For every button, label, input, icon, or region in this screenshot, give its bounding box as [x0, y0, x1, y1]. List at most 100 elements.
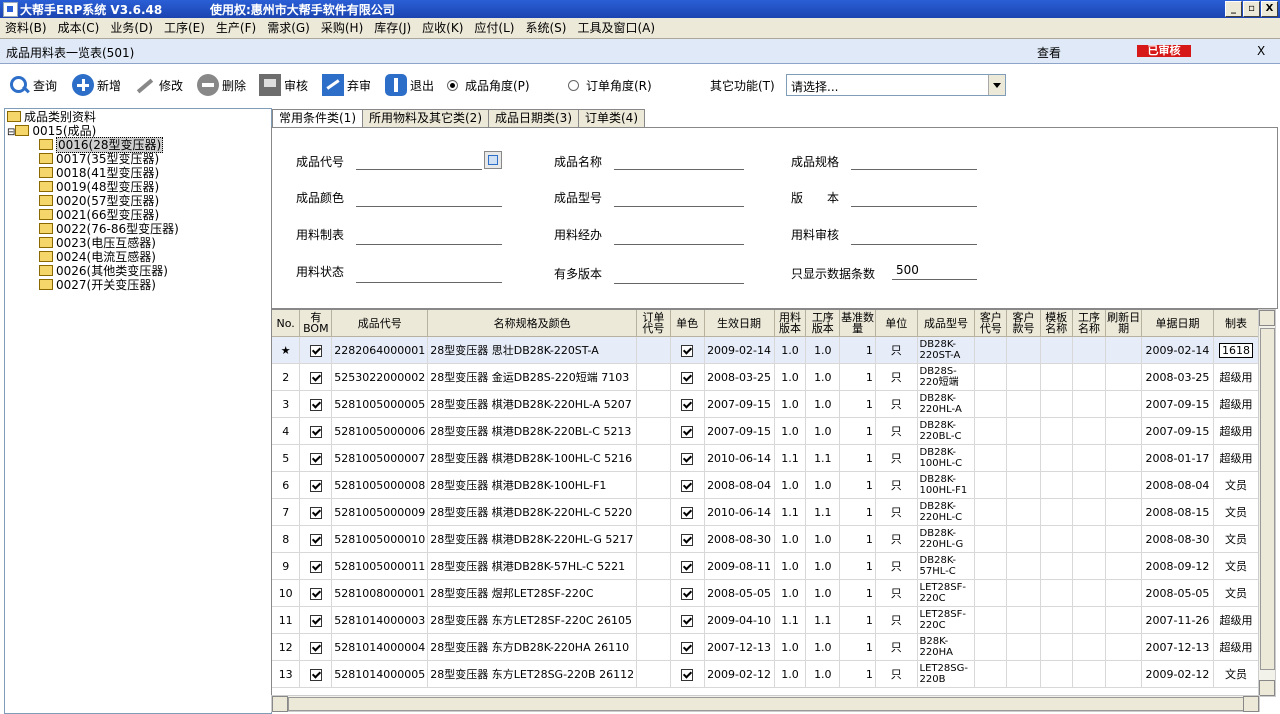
customer-style-cell[interactable]	[1006, 417, 1041, 445]
lookup-icon[interactable]	[484, 151, 502, 169]
bill-date-cell[interactable]: 2007-09-15	[1141, 417, 1214, 445]
process-version-cell[interactable]: 1.0	[805, 390, 841, 418]
has-bom-checkbox[interactable]	[299, 363, 333, 391]
has-bom-checkbox[interactable]	[299, 336, 333, 364]
single-color-checkbox[interactable]	[670, 525, 705, 553]
template-name-cell[interactable]	[1040, 471, 1073, 499]
effective-date-cell[interactable]: 2008-08-30	[704, 525, 775, 553]
base-qty-cell[interactable]: 1	[839, 525, 876, 553]
col-no[interactable]: No.	[272, 310, 301, 337]
unit-cell[interactable]: 只	[875, 336, 918, 364]
product-model-cell[interactable]: B28K-220HA	[917, 633, 976, 661]
customer-code-cell[interactable]	[974, 444, 1008, 472]
checkbox-checked-icon[interactable]	[309, 668, 322, 681]
row-number[interactable]: 8	[272, 525, 301, 553]
name-spec-cell[interactable]: 28型变压器 棋港DB28K-100HL-F1	[427, 471, 638, 499]
col-customer-style[interactable]: 客户款号	[1006, 310, 1041, 337]
product-code-cell[interactable]: 5253022000002	[331, 363, 429, 391]
material-version-cell[interactable]: 1.0	[774, 417, 807, 445]
name-spec-cell[interactable]: 28型变压器 东方LET28SG-220B 26112	[427, 660, 638, 688]
single-color-checkbox[interactable]	[670, 444, 705, 472]
single-color-checkbox[interactable]	[670, 498, 705, 526]
col-single-color[interactable]: 单色	[670, 310, 705, 337]
process-name-cell[interactable]	[1072, 498, 1107, 526]
single-color-checkbox[interactable]	[670, 660, 705, 688]
customer-style-cell[interactable]	[1006, 525, 1041, 553]
scroll-left-icon[interactable]	[272, 696, 288, 712]
checkbox-checked-icon[interactable]	[309, 479, 322, 492]
col-material-version[interactable]: 用料版本	[774, 310, 807, 337]
table-row[interactable]: 3 5281005000005 28型变压器 棋港DB28K-220HL-A 520…	[272, 390, 1259, 418]
base-qty-cell[interactable]: 1	[839, 336, 876, 364]
product-name-field[interactable]	[614, 153, 744, 170]
row-number[interactable]: 9	[272, 552, 301, 580]
product-code-cell[interactable]: 5281005000007	[331, 444, 429, 472]
unit-cell[interactable]: 只	[875, 471, 918, 499]
process-name-cell[interactable]	[1072, 606, 1107, 634]
process-name-cell[interactable]	[1072, 660, 1107, 688]
base-qty-cell[interactable]: 1	[839, 390, 876, 418]
row-number[interactable]: 6	[272, 471, 301, 499]
product-model-cell[interactable]: DB28K-57HL-C	[917, 552, 976, 580]
product-code-field[interactable]	[356, 153, 482, 170]
product-code-cell[interactable]: 5281005000006	[331, 417, 429, 445]
maker-cell[interactable]: 超级用	[1213, 390, 1259, 418]
product-code-cell[interactable]: 5281005000011	[331, 552, 429, 580]
table-row[interactable]: 8 5281005000010 28型变压器 棋港DB28K-220HL-G 521…	[272, 525, 1259, 553]
audit-button[interactable]: 审核	[259, 72, 308, 98]
checkbox-checked-icon[interactable]	[309, 452, 322, 465]
effective-date-cell[interactable]: 2007-09-15	[704, 417, 775, 445]
has-bom-checkbox[interactable]	[299, 660, 333, 688]
process-version-cell[interactable]: 1.0	[805, 633, 841, 661]
tree-item[interactable]: 0020(57型变压器)	[39, 194, 159, 208]
name-spec-cell[interactable]: 28型变压器 东方LET28SF-220C 26105	[427, 606, 638, 634]
unit-cell[interactable]: 只	[875, 579, 918, 607]
refresh-date-cell[interactable]	[1105, 336, 1142, 364]
order-code-cell[interactable]	[636, 417, 671, 445]
single-color-checkbox[interactable]	[670, 336, 705, 364]
refresh-date-cell[interactable]	[1105, 525, 1142, 553]
material-version-cell[interactable]: 1.0	[774, 552, 807, 580]
process-name-cell[interactable]	[1072, 336, 1107, 364]
customer-style-cell[interactable]	[1006, 552, 1041, 580]
checkbox-checked-icon[interactable]	[309, 344, 322, 357]
product-code-cell[interactable]: 5281008000001	[331, 579, 429, 607]
col-unit[interactable]: 单位	[875, 310, 918, 337]
template-name-cell[interactable]	[1040, 579, 1073, 607]
base-qty-cell[interactable]: 1	[839, 417, 876, 445]
base-qty-cell[interactable]: 1	[839, 498, 876, 526]
col-order-code[interactable]: 订单代号	[636, 310, 671, 337]
product-code-cell[interactable]: 5281005000005	[331, 390, 429, 418]
horizontal-scrollbar[interactable]	[271, 695, 1260, 712]
product-code-cell[interactable]: 5281005000008	[331, 471, 429, 499]
checkbox-checked-icon[interactable]	[681, 425, 694, 438]
tab-materials-other[interactable]: 所用物料及其它类(2)	[362, 109, 489, 127]
radio-product-view[interactable]: 成品角度(P)	[447, 72, 530, 98]
process-version-cell[interactable]: 1.0	[805, 552, 841, 580]
product-spec-field[interactable]	[851, 153, 977, 170]
process-version-cell[interactable]: 1.0	[805, 471, 841, 499]
process-version-cell[interactable]: 1.0	[805, 336, 841, 364]
name-spec-cell[interactable]: 28型变压器 棋港DB28K-220HL-C 5220	[427, 498, 638, 526]
unaudit-button[interactable]: 弃审	[322, 72, 371, 98]
name-spec-cell[interactable]: 28型变压器 棋港DB28K-220BL-C 5213	[427, 417, 638, 445]
name-spec-cell[interactable]: 28型变压器 棋港DB28K-220HL-A 5207	[427, 390, 638, 418]
product-model-cell[interactable]: DB28K-220ST-A	[917, 336, 976, 364]
table-row[interactable]: 11 5281014000003 28型变压器 东方LET28SF-220C 261…	[272, 606, 1259, 634]
checkbox-checked-icon[interactable]	[681, 452, 694, 465]
customer-code-cell[interactable]	[974, 552, 1008, 580]
customer-code-cell[interactable]	[974, 363, 1008, 391]
bom-handler-field[interactable]	[614, 228, 744, 245]
has-bom-checkbox[interactable]	[299, 552, 333, 580]
effective-date-cell[interactable]: 2007-12-13	[704, 633, 775, 661]
order-code-cell[interactable]	[636, 525, 671, 553]
tree-item[interactable]: 0022(76-86型变压器)	[39, 222, 179, 236]
maximize-button[interactable]: ▫	[1243, 1, 1260, 17]
effective-date-cell[interactable]: 2009-02-12	[704, 660, 775, 688]
multi-version-field[interactable]	[614, 267, 744, 284]
product-model-cell[interactable]: DB28K-220HL-G	[917, 525, 976, 553]
customer-style-cell[interactable]	[1006, 498, 1041, 526]
col-base-qty[interactable]: 基准数量	[839, 310, 876, 337]
process-name-cell[interactable]	[1072, 471, 1107, 499]
has-bom-checkbox[interactable]	[299, 444, 333, 472]
